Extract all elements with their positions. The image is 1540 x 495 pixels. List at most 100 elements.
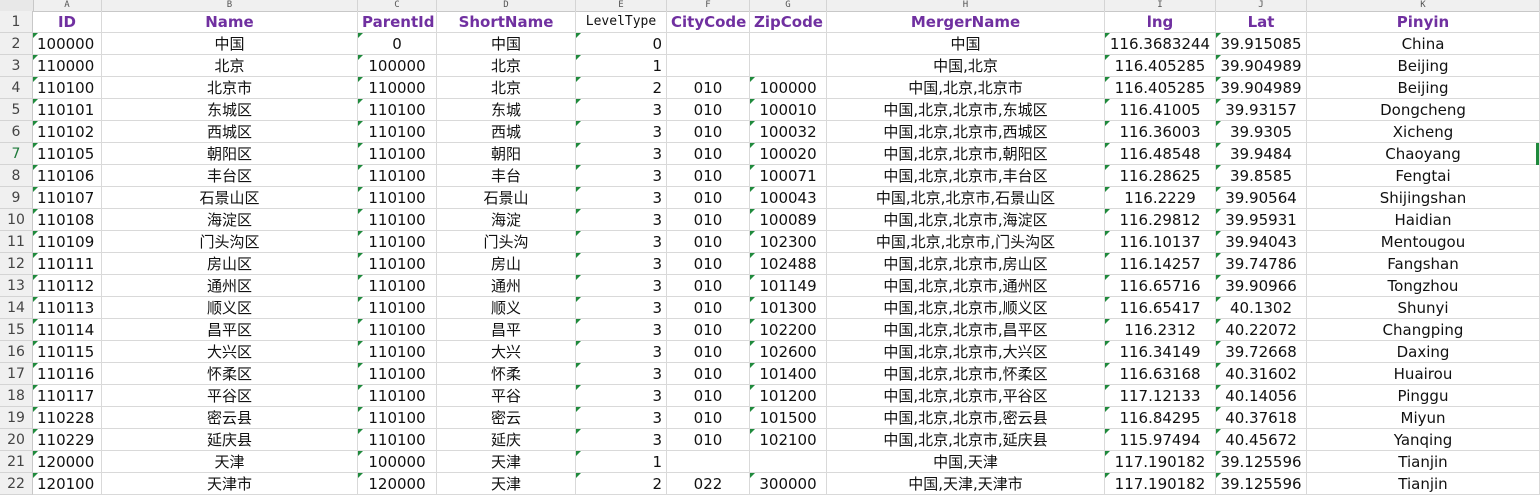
cell-lng[interactable]: 117.190182 [1105, 451, 1216, 473]
column-letter-h[interactable]: H [827, 0, 1105, 11]
cell-mergername[interactable]: 中国,北京,北京市,通州区 [827, 275, 1105, 297]
cell-lat[interactable]: 40.14056 [1216, 385, 1307, 407]
row-number-1[interactable]: 1 [0, 11, 33, 33]
cell-citycode[interactable] [667, 33, 750, 55]
cell-lat[interactable]: 39.9484 [1216, 143, 1307, 165]
cell-lng[interactable]: 116.3683244 [1105, 33, 1216, 55]
cell-name[interactable]: 通州区 [102, 275, 358, 297]
cell-pinyin[interactable]: Tongzhou [1307, 275, 1540, 297]
cell-id[interactable]: 120000 [33, 451, 102, 473]
cell-pinyin[interactable]: Miyun [1307, 407, 1540, 429]
cell-pinyin[interactable]: Shunyi [1307, 297, 1540, 319]
cell-mergername[interactable]: 中国 [827, 33, 1105, 55]
cell-pinyin[interactable]: Huairou [1307, 363, 1540, 385]
cell-mergername[interactable]: 中国,北京,北京市,门头沟区 [827, 231, 1105, 253]
cell-leveltype[interactable]: 3 [576, 165, 667, 187]
row-number-18[interactable]: 18 [0, 385, 33, 407]
cell-lng[interactable]: 116.28625 [1105, 165, 1216, 187]
cell-name[interactable]: 石景山区 [102, 187, 358, 209]
cell-zipcode[interactable]: 100000 [750, 77, 827, 99]
cell-citycode[interactable]: 010 [667, 209, 750, 231]
cell-citycode[interactable]: 010 [667, 187, 750, 209]
header-cell-shortname[interactable]: ShortName [437, 11, 576, 33]
cell-pinyin[interactable]: Daxing [1307, 341, 1540, 363]
cell-zipcode[interactable]: 100043 [750, 187, 827, 209]
row-number-8[interactable]: 8 [0, 165, 33, 187]
cell-id[interactable]: 110107 [33, 187, 102, 209]
cell-parentid[interactable]: 110100 [358, 297, 437, 319]
cell-citycode[interactable]: 010 [667, 99, 750, 121]
cell-lng[interactable]: 116.10137 [1105, 231, 1216, 253]
cell-parentid[interactable]: 110100 [358, 231, 437, 253]
cell-citycode[interactable]: 010 [667, 165, 750, 187]
cell-leveltype[interactable]: 3 [576, 209, 667, 231]
cell-shortname[interactable]: 朝阳 [437, 143, 576, 165]
cell-parentid[interactable]: 110100 [358, 253, 437, 275]
cell-id[interactable]: 110229 [33, 429, 102, 451]
cell-pinyin[interactable]: Changping [1307, 319, 1540, 341]
cell-lng[interactable]: 116.41005 [1105, 99, 1216, 121]
cell-parentid[interactable]: 110100 [358, 165, 437, 187]
cell-name[interactable]: 天津市 [102, 473, 358, 495]
spreadsheet-grid[interactable]: A B C D E F G H I J K 1 ID Name ParentId ShortName Level… [0, 0, 1540, 495]
cell-shortname[interactable]: 延庆 [437, 429, 576, 451]
cell-parentid[interactable]: 0 [358, 33, 437, 55]
cell-mergername[interactable]: 中国,北京,北京市,顺义区 [827, 297, 1105, 319]
cell-lng[interactable]: 116.84295 [1105, 407, 1216, 429]
cell-id[interactable]: 110000 [33, 55, 102, 77]
cell-parentid[interactable]: 110000 [358, 77, 437, 99]
row-number-19[interactable]: 19 [0, 407, 33, 429]
header-cell-pinyin[interactable]: Pinyin [1307, 11, 1540, 33]
cell-mergername[interactable]: 中国,天津,天津市 [827, 473, 1105, 495]
cell-zipcode[interactable]: 101500 [750, 407, 827, 429]
cell-name[interactable]: 顺义区 [102, 297, 358, 319]
cell-parentid[interactable]: 110100 [358, 341, 437, 363]
cell-mergername[interactable]: 中国,北京,北京市,丰台区 [827, 165, 1105, 187]
cell-citycode[interactable]: 010 [667, 341, 750, 363]
cell-parentid[interactable]: 100000 [358, 451, 437, 473]
cell-name[interactable]: 昌平区 [102, 319, 358, 341]
cell-pinyin[interactable]: Pinggu [1307, 385, 1540, 407]
cell-leveltype[interactable]: 3 [576, 143, 667, 165]
cell-lat[interactable]: 39.915085 [1216, 33, 1307, 55]
row-number-10[interactable]: 10 [0, 209, 33, 231]
header-cell-parentid[interactable]: ParentId [358, 11, 437, 33]
cell-zipcode[interactable] [750, 451, 827, 473]
cell-lat[interactable]: 39.904989 [1216, 77, 1307, 99]
cell-name[interactable]: 天津 [102, 451, 358, 473]
cell-shortname[interactable]: 门头沟 [437, 231, 576, 253]
cell-lat[interactable]: 39.9305 [1216, 121, 1307, 143]
cell-pinyin[interactable]: Fengtai [1307, 165, 1540, 187]
cell-id[interactable]: 110108 [33, 209, 102, 231]
column-letter-k[interactable]: K [1307, 0, 1540, 11]
cell-shortname[interactable]: 昌平 [437, 319, 576, 341]
cell-parentid[interactable]: 110100 [358, 209, 437, 231]
cell-id[interactable]: 110102 [33, 121, 102, 143]
column-letter-d[interactable]: D [437, 0, 576, 11]
cell-leveltype[interactable]: 1 [576, 451, 667, 473]
column-letter-e[interactable]: E [576, 0, 667, 11]
cell-id[interactable]: 120100 [33, 473, 102, 495]
row-number-3[interactable]: 3 [0, 55, 33, 77]
cell-lng[interactable]: 116.48548 [1105, 143, 1216, 165]
cell-lat[interactable]: 40.1302 [1216, 297, 1307, 319]
cell-citycode[interactable] [667, 55, 750, 77]
cell-citycode[interactable]: 010 [667, 407, 750, 429]
cell-shortname[interactable]: 天津 [437, 451, 576, 473]
cell-mergername[interactable]: 中国,北京 [827, 55, 1105, 77]
column-letter-a[interactable]: A [33, 0, 102, 11]
cell-mergername[interactable]: 中国,北京,北京市,大兴区 [827, 341, 1105, 363]
cell-leveltype[interactable]: 3 [576, 187, 667, 209]
cell-pinyin[interactable]: Mentougou [1307, 231, 1540, 253]
row-number-14[interactable]: 14 [0, 297, 33, 319]
cell-leveltype[interactable]: 3 [576, 363, 667, 385]
cell-name[interactable]: 房山区 [102, 253, 358, 275]
cell-mergername[interactable]: 中国,北京,北京市,海淀区 [827, 209, 1105, 231]
cell-pinyin[interactable]: Fangshan [1307, 253, 1540, 275]
cell-id[interactable]: 110109 [33, 231, 102, 253]
row-number-7[interactable]: 7 [0, 143, 33, 165]
cell-leveltype[interactable]: 3 [576, 275, 667, 297]
cell-leveltype[interactable]: 3 [576, 297, 667, 319]
cell-shortname[interactable]: 通州 [437, 275, 576, 297]
cell-shortname[interactable]: 顺义 [437, 297, 576, 319]
